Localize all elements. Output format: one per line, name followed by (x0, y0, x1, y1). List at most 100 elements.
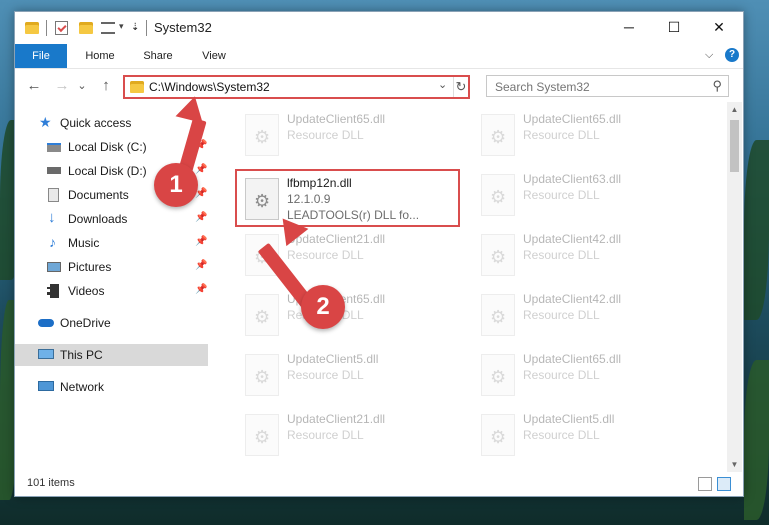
list-item[interactable]: UpdateClient21.dll Resource DLL (239, 410, 459, 466)
file-name: UpdateClient42.dll (523, 232, 622, 246)
pin-icon[interactable]: 📌 (195, 260, 207, 271)
dll-file-icon (481, 114, 515, 156)
address-bar[interactable]: C:\Windows\System32 ⌄ ↻ (123, 75, 470, 99)
dll-file-icon (481, 414, 515, 456)
close-button[interactable]: ✕ (696, 12, 742, 42)
scroll-thumb[interactable] (730, 120, 739, 172)
sidebar-item-label: Local Disk (D:) (68, 164, 147, 178)
file-name: UpdateClient65.dll (523, 352, 622, 366)
list-item[interactable]: UpdateClient42.dll Resource DLL (475, 230, 695, 286)
list-item[interactable]: UpdateClient63.dll Resource DLL (475, 170, 695, 226)
search-input[interactable] (493, 77, 707, 97)
sidebar-item-videos[interactable]: Videos 📌 (15, 280, 208, 302)
dll-file-icon (245, 294, 279, 336)
downloads-icon: ↓ (48, 209, 56, 226)
sidebar-item-onedrive[interactable]: OneDrive (15, 312, 208, 334)
file-name: UpdateClient65.dll (287, 112, 386, 126)
dll-file-icon (245, 354, 279, 396)
videos-icon (47, 284, 59, 298)
sidebar-item-downloads[interactable]: ↓ Downloads 📌 (15, 208, 208, 230)
music-icon: ♪ (49, 234, 56, 250)
minimize-button[interactable]: ─ (606, 12, 652, 42)
properties-icon[interactable] (55, 21, 68, 35)
file-type: Resource DLL (523, 188, 600, 202)
scroll-up-icon[interactable]: ▲ (727, 102, 742, 117)
network-icon (38, 381, 54, 391)
sidebar-item-music[interactable]: ♪ Music 📌 (15, 232, 208, 254)
list-item[interactable]: UpdateClient65.dll Resource DLL (239, 110, 459, 166)
list-item[interactable]: UpdateClient42.dll Resource DLL (475, 290, 695, 346)
star-icon: ★ (39, 114, 52, 130)
file-name: UpdateClient21.dll (287, 412, 386, 426)
maximize-button[interactable]: ☐ (651, 12, 697, 42)
dropdown-arrow-icon[interactable]: ⇣ (131, 22, 145, 36)
sidebar-item-label: Quick access (60, 116, 132, 130)
forward-button[interactable]: → (53, 77, 71, 95)
large-icons-view-icon[interactable] (717, 477, 731, 491)
list-item[interactable]: UpdateClient65.dll Resource DLL (239, 290, 459, 346)
sidebar-item-label: Local Disk (C:) (68, 140, 147, 154)
file-highlight-box (235, 169, 460, 227)
file-name: UpdateClient42.dll (523, 292, 622, 306)
help-icon[interactable]: ? (725, 48, 739, 62)
navigation-bar: ← → ⌄ ↑ C:\Windows\System32 ⌄ ↻ ⚲ (15, 68, 743, 103)
up-button[interactable]: ↑ (97, 77, 115, 95)
list-item[interactable]: UpdateClient5.dll Resource DLL (239, 350, 459, 406)
file-type: Resource DLL (523, 128, 600, 142)
file-type: Resource DLL (287, 368, 364, 382)
tab-share[interactable]: Share (135, 44, 181, 68)
file-type: Resource DLL (523, 368, 600, 382)
scroll-down-icon[interactable]: ▼ (727, 457, 742, 472)
dll-file-icon (481, 294, 515, 336)
refresh-button[interactable]: ↻ (453, 77, 468, 97)
file-type: Resource DLL (523, 428, 600, 442)
tab-view[interactable]: View (191, 44, 237, 68)
ribbon-tabs: File Home Share View ⌵ (15, 44, 743, 100)
drive-icon (47, 143, 61, 152)
recent-locations-button[interactable]: ⌄ (73, 77, 91, 95)
details-view-icon[interactable] (698, 477, 712, 491)
list-item[interactable]: UpdateClient65.dll Resource DLL (475, 350, 695, 406)
tab-home[interactable]: Home (77, 44, 123, 68)
sidebar-item-network[interactable]: Network (15, 376, 208, 398)
file-explorer-window: ▾ ⇣ System32 ─ ☐ ✕ File Home Share View … (14, 11, 744, 497)
title-separator (46, 20, 47, 36)
list-item[interactable]: UpdateClient65.dll Resource DLL (475, 110, 695, 166)
folder-icon (25, 22, 39, 34)
sidebar-item-label: Music (68, 236, 100, 250)
file-name: UpdateClient21.dll (287, 232, 386, 246)
search-box[interactable]: ⚲ (486, 75, 729, 97)
sidebar-item-label: Network (60, 380, 105, 394)
title-bar: ▾ ⇣ System32 ─ ☐ ✕ (15, 12, 743, 44)
file-name: UpdateClient65.dll (523, 112, 622, 126)
customize-toolbar-icon[interactable] (101, 22, 115, 34)
sidebar-item-this-pc[interactable]: This PC (15, 344, 208, 366)
sidebar-item-pictures[interactable]: Pictures 📌 (15, 256, 208, 278)
cloud-icon (38, 319, 54, 327)
back-button[interactable]: ← (25, 77, 43, 95)
list-item[interactable]: UpdateClient5.dll Resource DLL (475, 410, 695, 466)
address-path[interactable]: C:\Windows\System32 (149, 80, 270, 94)
search-icon[interactable]: ⚲ (712, 78, 722, 94)
pin-icon[interactable]: 📌 (195, 236, 207, 247)
window-title: System32 (154, 20, 212, 35)
file-type: Resource DLL (287, 248, 364, 262)
pin-icon[interactable]: 📌 (195, 284, 207, 295)
vertical-scrollbar[interactable]: ▲ ▼ (727, 102, 742, 472)
dll-file-icon (481, 174, 515, 216)
sidebar-item-label: Pictures (68, 260, 112, 274)
dll-file-icon (481, 354, 515, 396)
pin-icon[interactable]: 📌 (195, 164, 207, 175)
expand-ribbon-icon[interactable]: ⌵ (705, 49, 713, 62)
computer-icon (38, 349, 54, 359)
sidebar-item-local-disk-c[interactable]: Local Disk (C:) 📌 (15, 136, 208, 158)
item-count: 101 items (27, 477, 75, 489)
file-type: Resource DLL (287, 128, 364, 142)
documents-icon (48, 188, 59, 202)
dll-file-icon (481, 234, 515, 276)
new-folder-icon[interactable] (79, 22, 93, 34)
step-badge-2: 2 (301, 285, 345, 329)
pin-icon[interactable]: 📌 (195, 212, 207, 223)
title-separator-2 (146, 20, 147, 36)
address-dropdown-icon[interactable]: ⌄ (438, 78, 447, 91)
